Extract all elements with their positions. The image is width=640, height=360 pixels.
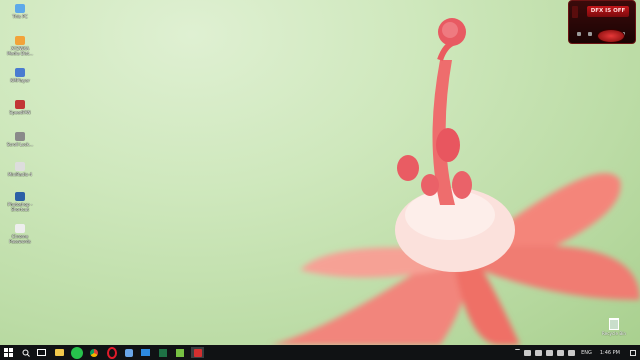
computer-icon <box>15 4 25 13</box>
taskbar-search-button[interactable] <box>20 347 31 358</box>
recorder-icon <box>193 348 202 357</box>
file-explorer-icon <box>55 349 64 356</box>
network-icon[interactable] <box>524 349 532 356</box>
search-icon <box>22 349 30 357</box>
app-icon <box>15 36 25 45</box>
opera-icon <box>106 346 117 359</box>
mail-icon <box>141 349 150 356</box>
camtasia-icon <box>175 348 184 357</box>
taskbar-camtasia[interactable] <box>174 347 185 358</box>
desktop-icon-this-pc[interactable]: This PC <box>2 4 38 19</box>
clock[interactable]: 1:46 PM <box>600 350 620 356</box>
taskbar-opera[interactable] <box>106 346 117 359</box>
desktop-icon-photoshop[interactable]: Photoshop - Shortcut <box>2 192 38 212</box>
desktop-icon-media[interactable]: XYZWXA Media Dist... <box>2 36 38 56</box>
dfx-mode-button[interactable] <box>588 32 593 36</box>
desktop: This PC XYZWXA Media Dist... KMPlayer Sp… <box>0 0 640 345</box>
chrome-icon <box>89 348 98 357</box>
windows-logo-icon <box>4 348 13 357</box>
desktop-icon-scroll-lock[interactable]: Scroll Lock... <box>2 132 38 147</box>
show-hidden-icons-icon[interactable] <box>515 349 521 356</box>
excel-icon <box>158 348 167 357</box>
battery-icon[interactable] <box>568 349 576 356</box>
monitor-icon[interactable] <box>535 349 543 356</box>
dfx-side-handle[interactable] <box>572 6 578 18</box>
app-icon <box>15 132 25 141</box>
document-icon <box>15 224 25 233</box>
taskbar-recorder[interactable] <box>191 347 204 358</box>
taskbar-green-app[interactable] <box>70 346 84 359</box>
desktop-icon-recycle-bin[interactable]: Recycle Bin <box>594 318 634 336</box>
desktop-icon-kmplayer[interactable]: KMPlayer <box>2 68 38 83</box>
taskbar-chrome[interactable] <box>88 347 99 358</box>
media-player-icon <box>15 68 25 77</box>
radio-icon <box>15 162 25 171</box>
start-button[interactable] <box>3 347 14 358</box>
task-view-button[interactable] <box>36 347 47 358</box>
settings-icon <box>124 348 133 357</box>
recycle-bin-icon <box>609 318 619 330</box>
fan-icon <box>15 100 25 109</box>
notification-icon[interactable] <box>630 349 636 356</box>
task-view-icon <box>37 349 46 356</box>
taskbar: ENG 1:46 PM <box>0 345 640 360</box>
dfx-audio-widget[interactable]: DFX IS OFF <box>568 0 636 44</box>
taskbar-settings[interactable] <box>123 347 134 358</box>
dfx-power-button[interactable] <box>597 29 625 43</box>
photoshop-icon <box>15 192 25 201</box>
desktop-icon-miniradio[interactable]: MiniRadio 4 <box>2 162 38 177</box>
input-language[interactable]: ENG <box>581 350 592 356</box>
green-app-icon <box>71 346 83 359</box>
taskbar-excel[interactable] <box>157 347 168 358</box>
taskbar-file-explorer[interactable] <box>54 347 65 358</box>
volume-icon[interactable] <box>546 349 554 356</box>
dfx-status-label[interactable]: DFX IS OFF <box>587 6 629 17</box>
taskbar-mail[interactable] <box>140 347 151 358</box>
dfx-mode-button[interactable] <box>577 32 581 36</box>
desktop-icon-speedfan[interactable]: SpeedFAN <box>2 100 38 115</box>
system-tray: ENG 1:46 PM <box>511 345 636 360</box>
flower-wallpaper <box>270 18 640 345</box>
keyboard-icon[interactable] <box>557 349 565 356</box>
desktop-icon-chrome-passwords[interactable]: Chrome Passwords <box>2 224 38 244</box>
